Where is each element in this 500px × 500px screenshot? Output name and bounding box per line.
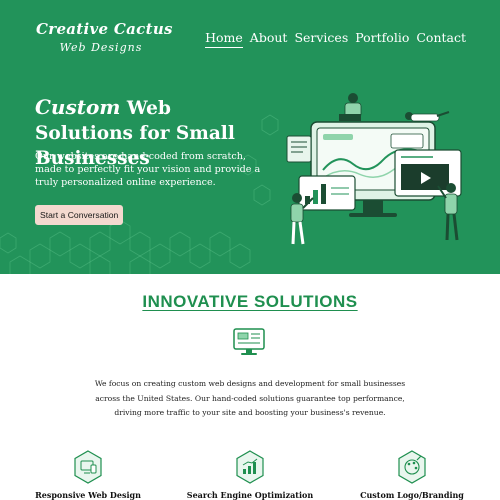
feature-responsive-web-design[interactable]: Responsive Web Design	[13, 450, 163, 500]
feature-seo[interactable]: Search Engine Optimization	[175, 450, 325, 500]
nav-about[interactable]: About	[250, 30, 288, 48]
feature-label: Custom Logo/Branding	[360, 490, 464, 500]
solutions-intro: We focus on creating custom web designs …	[94, 379, 406, 417]
branding-palette-icon	[398, 450, 426, 484]
feature-label: Search Engine Optimization	[186, 490, 314, 500]
nav-portfolio[interactable]: Portfolio	[355, 30, 409, 48]
hero-subcopy: Our websites are hand-coded from scratch…	[35, 151, 261, 188]
nav-home[interactable]: Home	[205, 30, 243, 48]
responsive-devices-icon	[74, 450, 102, 484]
nav-services[interactable]: Services	[294, 30, 348, 48]
logo-wordmark: Creative Cactus	[36, 20, 173, 38]
section-title: INNOVATIVE SOLUTIONS	[142, 292, 358, 311]
feature-custom-branding[interactable]: Custom Logo/Branding	[337, 450, 487, 500]
nav-contact[interactable]: Contact	[416, 30, 466, 48]
feature-label: Responsive Web Design	[35, 490, 141, 500]
people-building-website-illustration	[286, 93, 462, 245]
brand-logo[interactable]: Creative Cactus Web Designs	[36, 20, 173, 54]
hero-section: Creative Cactus Web Designs Home About S…	[0, 0, 500, 274]
start-conversation-button[interactable]: Start a Conversation	[35, 205, 124, 225]
seo-growth-icon	[236, 450, 264, 484]
logo-tagline: Web Designs	[59, 41, 143, 54]
main-nav: Home About Services Portfolio Contact	[205, 30, 466, 48]
headline-script-word: Custom	[35, 95, 121, 119]
web-design-icon	[233, 328, 265, 355]
